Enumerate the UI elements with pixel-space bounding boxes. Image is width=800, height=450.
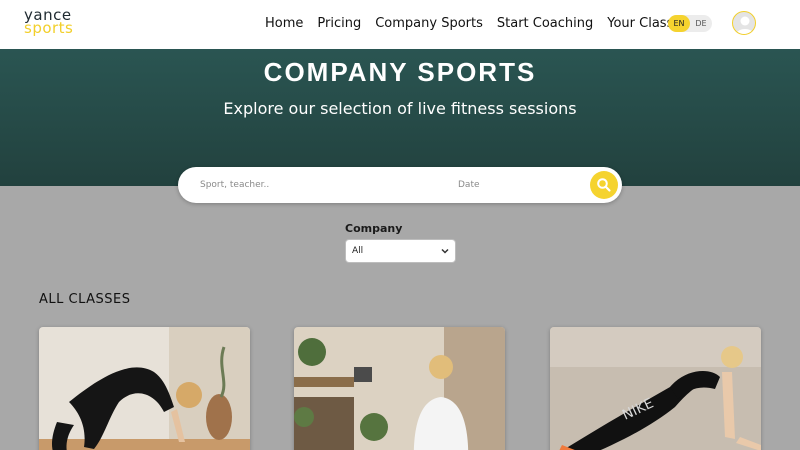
lang-en[interactable]: EN — [668, 15, 690, 32]
page-title: COMPANY SPORTS — [263, 57, 537, 87]
date-input[interactable] — [458, 178, 578, 192]
nav-pricing[interactable]: Pricing — [317, 16, 361, 31]
lang-de[interactable]: DE — [690, 15, 712, 32]
top-header: yance sports Home Pricing Company Sports… — [0, 0, 800, 49]
nav-start-coaching[interactable]: Start Coaching — [497, 16, 593, 31]
company-filter-label: Company — [345, 222, 403, 235]
sport-teacher-search-input[interactable] — [200, 178, 420, 192]
class-card-2[interactable] — [294, 327, 505, 450]
workout-photo-3: NIKE — [550, 327, 761, 450]
logo-line2: sports — [24, 19, 74, 37]
search-icon — [597, 178, 611, 192]
page-subtitle: Explore our selection of live fitness se… — [223, 99, 577, 118]
user-silhouette-icon — [736, 16, 754, 34]
nav-company-sports[interactable]: Company Sports — [375, 16, 483, 31]
search-button[interactable] — [590, 171, 618, 199]
user-avatar-icon[interactable] — [732, 11, 756, 35]
class-card-3[interactable]: NIKE — [550, 327, 761, 450]
language-toggle: EN DE — [668, 15, 712, 32]
class-card-1[interactable] — [39, 327, 250, 450]
hero-banner: COMPANY SPORTS Explore our selection of … — [0, 49, 800, 186]
main-nav: Home Pricing Company Sports Start Coachi… — [265, 16, 688, 31]
company-select-value: All — [352, 246, 364, 256]
chevron-down-icon — [441, 248, 449, 254]
yoga-photo-1 — [39, 327, 250, 450]
yoga-photo-2 — [294, 327, 505, 450]
all-classes-heading: ALL CLASSES — [39, 292, 131, 307]
search-bar — [178, 167, 622, 203]
yance-sports-logo[interactable]: yance sports — [24, 8, 74, 37]
company-select[interactable]: All — [345, 239, 456, 263]
nav-home[interactable]: Home — [265, 16, 303, 31]
